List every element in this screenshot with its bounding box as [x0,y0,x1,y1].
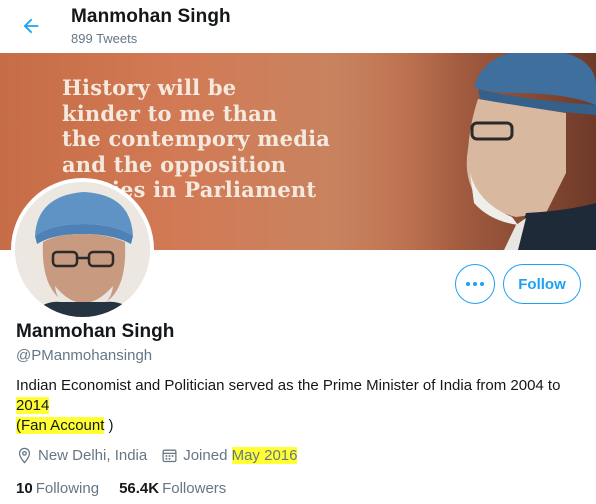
banner-portrait [366,53,596,250]
location-text: New Delhi, India [38,447,148,464]
highlight-fan-account: Fan Account [21,417,105,434]
bio-line: (Fan Account ) [16,416,576,436]
followers-count: 56.4K [119,480,160,497]
more-options-button[interactable] [455,264,495,304]
followers-label: Followers [162,480,227,497]
tweet-count: 899 Tweets [71,31,138,46]
more-dot-icon [473,282,477,286]
joined-date: Joined May 2016 [161,447,298,464]
avatar[interactable] [11,178,154,321]
profile-bio: Indian Economist and Politician served a… [16,376,576,436]
header-title: Manmohan Singh [71,6,231,27]
profile-meta: New Delhi, India Joined May 2016 [16,447,298,464]
following-label: Following [35,480,100,497]
location-pin-icon [18,447,31,464]
avatar-portrait [15,182,150,317]
profile-header: Manmohan Singh 899 Tweets [0,0,596,53]
profile-handle: @PManmohansingh [16,347,153,364]
profile-name: Manmohan Singh [16,321,175,342]
bio-line: 2014 [16,396,576,416]
more-dot-icon [480,282,484,286]
calendar-icon [162,449,177,463]
joined-prefix: Joined [183,447,232,464]
follow-stats: 10 Following 56.4K Followers [16,480,246,497]
followers-link[interactable]: 56.4K Followers [119,480,226,497]
following-link[interactable]: 10 Following [16,480,99,497]
bio-line: Indian Economist and Politician served a… [16,377,561,394]
joined-month-highlight: May 2016 [231,447,298,464]
back-button[interactable] [14,9,48,43]
highlight-year: 2014 [16,397,50,414]
location: New Delhi, India [16,447,147,464]
follow-button[interactable]: Follow [503,264,581,304]
bio-paren-close: ) [104,417,114,434]
more-dot-icon [466,282,470,286]
arrow-left-icon [23,18,39,34]
following-count: 10 [16,480,33,497]
